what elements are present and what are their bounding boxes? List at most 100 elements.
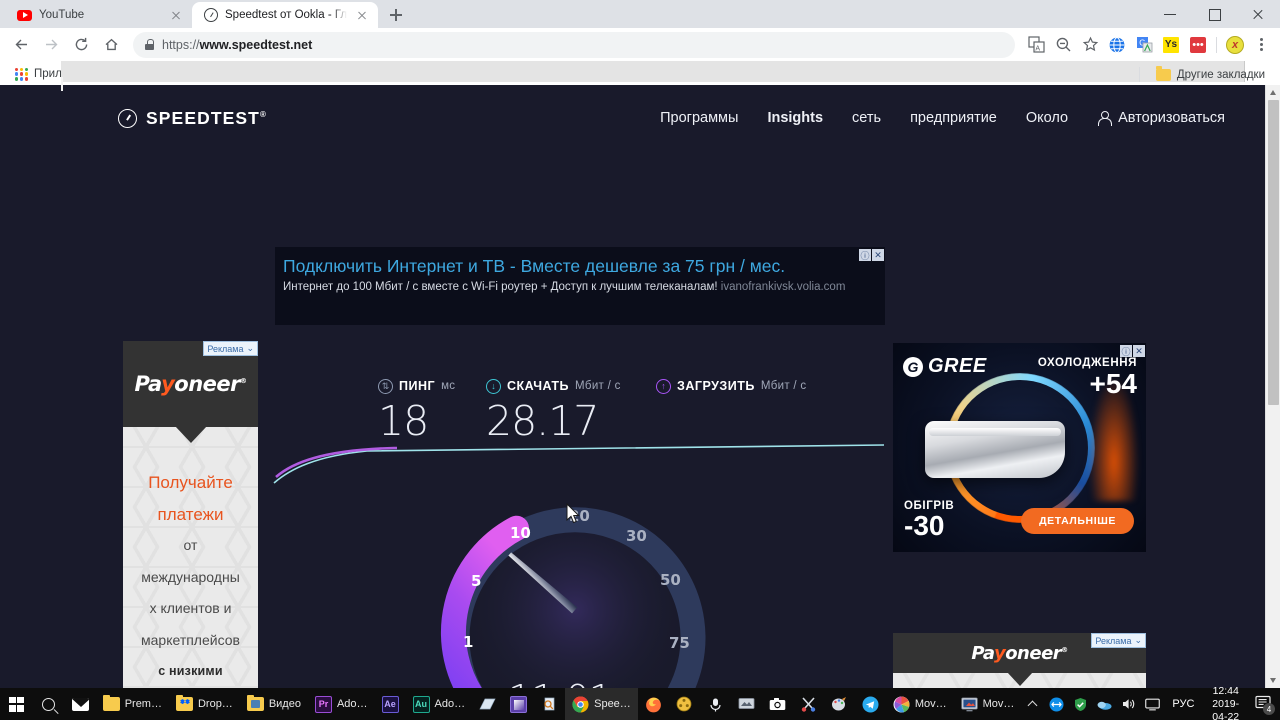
app-purple-icon (510, 695, 528, 713)
shield-icon[interactable] (1073, 697, 1088, 712)
language-indicator[interactable]: РУС (1164, 698, 1202, 710)
address-bar[interactable]: https://www.speedtest.net (133, 31, 1015, 58)
google-translate-ext-icon[interactable]: G (1131, 32, 1157, 58)
adblock-icon[interactable]: x (1222, 32, 1248, 58)
after-effects-icon: Ae (381, 695, 399, 713)
right-bottom-ad[interactable]: Реклама ⌄ Payoneer® Получайте платежи от… (893, 633, 1146, 688)
taskbar-item-firefox[interactable] (638, 688, 669, 720)
tab-youtube[interactable]: YouTube (6, 2, 192, 28)
sign-in-button[interactable]: Авторизоваться (1097, 110, 1225, 126)
taskbar-item-mail[interactable] (65, 688, 96, 720)
taskbar-item-audition[interactable]: Au Ado… (406, 688, 473, 720)
scroll-up-icon[interactable] (1266, 85, 1280, 100)
gauge-tick-50: 50 (660, 571, 681, 589)
taskbar-item-app-purple[interactable] (503, 688, 534, 720)
translate-icon[interactable]: A (1023, 32, 1049, 58)
taskbar-item-explorer[interactable] (472, 688, 503, 720)
taskbar-item-movavi[interactable]: Mov… (886, 688, 954, 720)
red-ext-icon[interactable]: ••• (1185, 32, 1211, 58)
upload-arrow-icon: ↑ (656, 378, 671, 394)
scrollbar-thumb[interactable] (1268, 100, 1279, 405)
taskbar-item-snip-tool[interactable] (793, 688, 824, 720)
clock[interactable]: 12:44 2019-04-22 (1202, 685, 1255, 720)
gree-mark-icon (903, 356, 923, 377)
ad-label[interactable]: Реклама ⌄ (203, 341, 258, 356)
gree-cta-button[interactable]: ДЕТАЛЬНІШЕ (1021, 508, 1134, 534)
window-close-button[interactable] (1236, 0, 1280, 28)
speedtest-logo[interactable]: SPEEDTEST® (118, 108, 267, 129)
close-icon[interactable] (168, 7, 184, 23)
ad-close-icon[interactable]: ✕ (872, 249, 884, 261)
forward-icon[interactable] (37, 31, 65, 59)
new-tab-button[interactable] (383, 2, 409, 28)
chrome-menu-icon[interactable] (1249, 32, 1273, 58)
reload-icon[interactable] (67, 31, 95, 59)
taskbar-item-search-file[interactable] (534, 688, 565, 720)
trademark-mark: ® (259, 109, 267, 119)
taskbar-item-premiere[interactable]: Pr Ado… (308, 688, 375, 720)
taskbar-item-chrome[interactable]: Spee… (565, 688, 638, 720)
left-sidebar-ad[interactable]: Реклама ⌄ Payoneer® Получайте платежи от… (123, 341, 258, 688)
back-icon[interactable] (7, 31, 35, 59)
page-scrollbar[interactable] (1265, 85, 1280, 688)
svg-text:A: A (1035, 45, 1040, 52)
nav-item-network[interactable]: сеть (852, 110, 881, 126)
nav-item-apps[interactable]: Программы (660, 110, 738, 126)
taskbar-item-movavi-screen[interactable]: Mov… (954, 688, 1022, 720)
maximize-button[interactable] (1192, 0, 1236, 28)
taskbar-item-video[interactable]: Видео (240, 688, 308, 720)
yandex-ext-icon[interactable]: Ys (1158, 32, 1184, 58)
nav-item-insights[interactable]: Insights (767, 110, 823, 126)
zoom-out-icon[interactable] (1050, 32, 1076, 58)
scroll-down-icon[interactable] (1266, 673, 1280, 688)
top-ad-title[interactable]: Подключить Интернет и ТВ - Вместе дешевл… (283, 255, 875, 277)
taskbar-item-film-reel[interactable] (669, 688, 700, 720)
taskbar-item-telegram[interactable] (855, 688, 886, 720)
apps-grid-icon (15, 67, 28, 81)
taskbar-item-paint[interactable] (824, 688, 855, 720)
youtube-icon (17, 8, 32, 23)
globe-icon[interactable] (1104, 32, 1130, 58)
display-icon[interactable] (1145, 697, 1161, 712)
other-bookmarks-button[interactable]: Другие закладки (1150, 61, 1271, 88)
gree-banner-ad[interactable]: GREE ОХОЛОДЖЕННЯ +54 ОБІГРІВ -30 ДЕТАЛЬН… (893, 343, 1146, 552)
windows-taskbar: Prem… Drop… Видео Pr Ado… Ae Au Ado… Spe… (0, 685, 1280, 720)
gauge-tick-30: 30 (626, 527, 647, 545)
chevron-up-icon[interactable] (1025, 697, 1040, 712)
drag-indicator (61, 77, 63, 91)
film-reel-icon (676, 696, 693, 713)
home-icon[interactable] (97, 31, 125, 59)
ad-info-icon[interactable]: ⓘ (1120, 345, 1132, 357)
nav-item-about[interactable]: Около (1026, 110, 1068, 126)
onedrive-icon[interactable] (1097, 697, 1112, 712)
ad-info-icon[interactable]: ⓘ (859, 249, 871, 261)
tab-speedtest[interactable]: Speedtest от Ookla - Глобал (192, 2, 378, 28)
top-banner-ad[interactable]: Подключить Интернет и ТВ - Вместе дешевл… (275, 247, 885, 325)
telegram-icon (862, 696, 879, 713)
notification-center-icon[interactable]: 4 (1255, 695, 1276, 715)
teamviewer-icon[interactable] (1049, 697, 1064, 712)
close-icon[interactable] (354, 7, 370, 23)
taskbar-item-dropbox[interactable]: Drop… (169, 688, 240, 720)
taskbar-item-prem[interactable]: Prem… (96, 688, 169, 720)
ad-label-text: Реклама (207, 343, 244, 354)
taskbar-item-screen-recorder[interactable] (731, 688, 762, 720)
search-icon[interactable] (33, 688, 65, 720)
trademark-mark: ® (1061, 645, 1068, 654)
taskbar-item-camera[interactable] (762, 688, 793, 720)
taskbar-item-microphone[interactable] (700, 688, 731, 720)
minimize-button[interactable] (1148, 0, 1192, 28)
ping-unit: мс (441, 380, 456, 392)
ad-label[interactable]: Реклама ⌄ (1091, 633, 1146, 648)
payoneer-logo: Payoneer® (134, 372, 247, 396)
gree-brand-text: GREE (928, 355, 987, 377)
ad-line-4: международны (141, 568, 240, 585)
taskbar-item-aftereffects[interactable]: Ae (375, 688, 406, 720)
firefox-icon (645, 696, 662, 713)
ad-line-7: с низкими (158, 664, 223, 678)
nav-item-enterprise[interactable]: предприятие (910, 110, 997, 126)
volume-icon[interactable] (1121, 697, 1136, 712)
bookmark-star-icon[interactable] (1077, 32, 1103, 58)
windows-start-icon[interactable] (0, 688, 33, 720)
ad-close-icon[interactable]: ✕ (1133, 345, 1145, 357)
